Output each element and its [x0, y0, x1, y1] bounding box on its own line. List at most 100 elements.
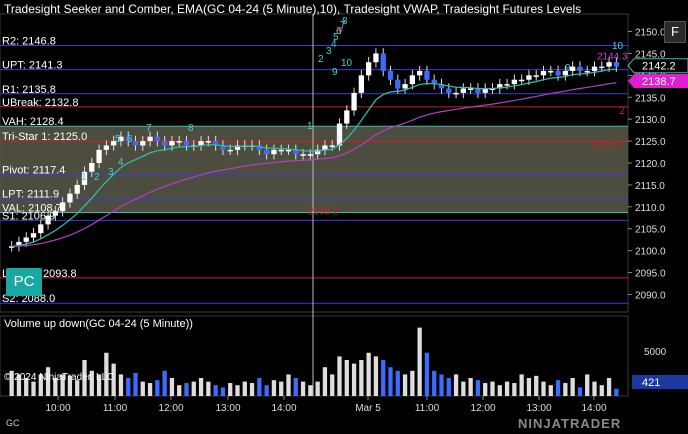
candle-body: [613, 62, 619, 67]
candle-body: [519, 79, 525, 82]
price-tick-label: 2095.0: [635, 269, 666, 280]
candle-body: [606, 62, 612, 67]
price-tick-label: 2120.0: [635, 159, 666, 170]
count-label: 9: [332, 67, 338, 78]
count-label: 6: [127, 134, 133, 145]
price-tick-label: 2125.0: [635, 137, 666, 148]
time-tick-label: 10:00: [45, 403, 70, 414]
candle-body: [409, 75, 415, 85]
ninjatrader-logo: NINJATRADER: [518, 416, 622, 431]
count-label: 2: [318, 54, 324, 65]
time-tick-label: 12:00: [158, 403, 183, 414]
candle-body: [271, 149, 277, 155]
count-label: 8: [342, 16, 348, 27]
chart-title: Tradesight Seeker and Comber, EMA(GC 04-…: [4, 2, 582, 16]
candle-body: [533, 75, 539, 77]
candle-body: [307, 154, 313, 156]
candle-body: [52, 211, 58, 216]
candle-body: [322, 145, 328, 150]
candle-body: [599, 66, 605, 69]
count-label: 3: [108, 167, 114, 178]
candle-body: [526, 75, 532, 80]
candle-body: [380, 53, 386, 71]
volume-tick-label: 5000: [644, 347, 667, 358]
level-label: Tri-Star 1: 2125.0: [2, 131, 87, 143]
candle-body: [60, 202, 66, 212]
level-label: VAH: 2128.4: [2, 116, 64, 128]
candle-body: [504, 84, 510, 86]
candle-body: [140, 141, 146, 146]
candle-body: [424, 70, 430, 80]
volume-title: Volume up down(GC 04-24 (5 Minute)): [4, 318, 193, 330]
candle-body: [366, 62, 372, 76]
candle-body: [205, 141, 211, 143]
candle-body: [23, 237, 29, 242]
candle-body: [570, 66, 576, 71]
candle-body: [402, 84, 408, 89]
count-label: 9: [565, 63, 571, 74]
candle-body: [387, 70, 394, 80]
time-tick-label: 14:00: [581, 403, 606, 414]
candle-body: [169, 141, 175, 146]
time-tick-label: 11:00: [103, 403, 128, 414]
current-price-marker-label: 2142.2: [642, 61, 676, 73]
pc-button[interactable]: PC: [6, 268, 42, 296]
count-label: 1: [81, 172, 87, 183]
price-tick-label: 2115.0: [635, 181, 665, 192]
candle-body: [154, 136, 160, 142]
candle-body: [132, 141, 139, 146]
time-tick-label: Mar 5: [355, 403, 381, 414]
price-tick-label: 2090.0: [635, 290, 666, 301]
candle-body: [30, 233, 37, 238]
tri-star-price-mark: 2123.1: [592, 139, 623, 150]
candle-body: [89, 163, 95, 172]
candle-body: [162, 141, 168, 146]
count-label: 2: [94, 172, 100, 183]
price-tick-label: 2135.0: [635, 93, 666, 104]
candle-body: [176, 141, 182, 143]
level-label: UPT: 2141.3: [2, 60, 63, 72]
candle-body: [453, 92, 459, 95]
candle-body: [358, 75, 364, 93]
price-tick-label: 2130.0: [635, 115, 666, 126]
candle-body: [45, 215, 51, 225]
candle-body: [555, 70, 561, 76]
vwap-price-mark: 2144.3: [597, 52, 628, 63]
candle-body: [329, 145, 335, 147]
candle-body: [351, 92, 357, 111]
vwap-price-marker-label: 2138.7: [642, 76, 676, 88]
count-label: 10: [341, 58, 353, 69]
time-tick-label: 13:00: [526, 403, 551, 414]
candle-body: [147, 136, 153, 142]
low-price-mark: 2109.2: [308, 206, 339, 217]
chart-canvas[interactable]: 2150.02145.02140.02135.02130.02125.02120…: [0, 0, 688, 434]
candle-body: [446, 88, 452, 93]
candle-body: [468, 88, 474, 90]
level-label: R2: 2146.8: [2, 36, 56, 48]
candle-body: [285, 149, 292, 152]
price-tick-label: 2110.0: [635, 203, 665, 214]
candle-body: [373, 53, 379, 63]
candle-body: [395, 79, 401, 89]
price-tick-label: 2150.0: [635, 28, 666, 39]
candle-body: [417, 70, 423, 76]
time-tick-label: 14:00: [271, 403, 296, 414]
level-label: UBreak: 2132.8: [2, 97, 78, 109]
candle-body: [67, 193, 73, 203]
candle-body: [591, 66, 598, 71]
count-label: 7: [146, 123, 152, 134]
count-label: 4: [118, 157, 124, 168]
count-label: 5: [115, 134, 121, 145]
candle-body: [300, 154, 306, 156]
price-tick-label: 2105.0: [635, 225, 666, 236]
candle-body: [540, 70, 547, 76]
candle-body: [74, 184, 80, 194]
candle-body: [103, 145, 109, 150]
level-label: LPT: 2111.9: [2, 188, 59, 200]
candle-body: [278, 149, 284, 152]
candle-body: [548, 70, 554, 73]
time-tick-label: 11:00: [415, 403, 440, 414]
f-button[interactable]: F: [664, 21, 686, 43]
candle-body: [183, 141, 190, 146]
candle-body: [460, 88, 466, 93]
